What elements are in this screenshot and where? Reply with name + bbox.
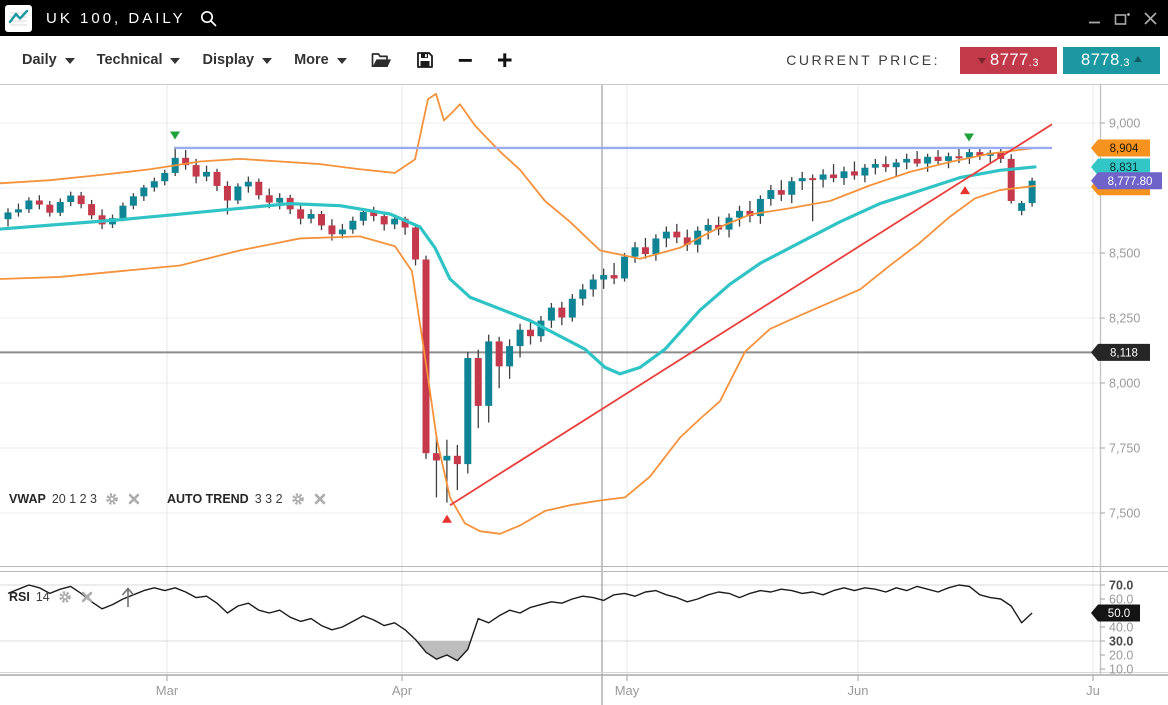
close-icon[interactable] <box>313 492 327 506</box>
rsi-indicator-label: RSI <box>9 590 30 604</box>
menu-display[interactable]: Display <box>202 52 272 68</box>
signal-markers <box>170 131 974 522</box>
chevron-down-icon <box>65 58 75 64</box>
chevron-down-icon <box>337 58 347 64</box>
title-bar: UK 100, DAILY <box>0 0 1168 36</box>
buy-price-dec: .3 <box>1120 57 1130 69</box>
close-icon[interactable] <box>127 492 141 506</box>
svg-text:9,000: 9,000 <box>1109 117 1140 131</box>
menu-technical-label: Technical <box>97 52 163 68</box>
menu-display-label: Display <box>202 52 254 68</box>
buy-price-int: 8778 <box>1081 51 1120 70</box>
time-axis: Mar Apr May Jun Ju <box>156 675 1100 698</box>
window-controls <box>1088 11 1158 26</box>
svg-text:8,250: 8,250 <box>1109 312 1140 326</box>
menu-more[interactable]: More <box>294 52 347 68</box>
gear-icon[interactable] <box>105 492 119 506</box>
sell-price-int: 8777 <box>990 51 1029 70</box>
current-price-label: CURRENT PRICE: <box>786 52 940 68</box>
svg-text:May: May <box>615 683 640 698</box>
current-price-area: CURRENT PRICE: 8777.3 8778.3 <box>786 47 1160 74</box>
sell-price-button[interactable]: 8777.3 <box>960 47 1057 74</box>
svg-text:20.0: 20.0 <box>1109 649 1133 663</box>
app-logo-icon <box>5 5 32 32</box>
svg-text:10.0: 10.0 <box>1109 663 1133 677</box>
svg-text:8,777.80: 8,777.80 <box>1108 176 1153 188</box>
svg-text:Apr: Apr <box>392 683 413 698</box>
indicator-legend: VWAP 20 1 2 3 AUTO TREND 3 3 2 <box>9 492 327 506</box>
zoom-in-icon[interactable]: + <box>497 53 513 67</box>
close-icon[interactable] <box>80 590 94 604</box>
up-arrow-icon[interactable] <box>120 586 136 608</box>
svg-text:8,904: 8,904 <box>1110 143 1139 155</box>
gear-icon[interactable] <box>291 492 305 506</box>
up-arrow-icon <box>1134 56 1142 62</box>
search-icon[interactable] <box>199 9 218 28</box>
chart-title: UK 100, DAILY <box>46 10 186 27</box>
buy-price-button[interactable]: 8778.3 <box>1063 47 1160 74</box>
rsi-panel <box>0 585 1100 675</box>
rsi-legend: RSI 14 <box>9 586 136 608</box>
close-icon[interactable] <box>1143 11 1158 26</box>
candles <box>5 147 1036 503</box>
rsi-indicator-params: 14 <box>36 590 50 604</box>
buy-signal-icon <box>442 515 452 523</box>
auto-trend-indicator-label: AUTO TREND <box>167 492 249 506</box>
chevron-down-icon <box>262 58 272 64</box>
auto-trend-indicator-params: 3 3 2 <box>255 492 283 506</box>
svg-text:50.0: 50.0 <box>1108 608 1130 620</box>
popout-icon[interactable] <box>1114 11 1131 26</box>
gear-icon[interactable] <box>58 590 72 604</box>
save-icon[interactable] <box>416 51 434 69</box>
buy-signal-icon <box>960 186 970 194</box>
svg-text:60.0: 60.0 <box>1109 593 1133 607</box>
svg-text:Mar: Mar <box>156 683 179 698</box>
open-folder-icon[interactable] <box>371 52 392 69</box>
chevron-down-icon <box>170 58 180 64</box>
vwap-indicator-params: 20 1 2 3 <box>52 492 97 506</box>
svg-text:8,831: 8,831 <box>1110 162 1139 174</box>
svg-text:7,500: 7,500 <box>1109 507 1140 521</box>
sell-signal-icon <box>170 131 180 139</box>
sell-price-dec: .3 <box>1029 57 1039 69</box>
lower-band-line <box>0 186 1035 534</box>
svg-text:8,000: 8,000 <box>1109 377 1140 391</box>
svg-text:8,500: 8,500 <box>1109 247 1140 261</box>
vwap-indicator-label: VWAP <box>9 492 46 506</box>
menu-technical[interactable]: Technical <box>97 52 181 68</box>
svg-text:Ju: Ju <box>1086 683 1100 698</box>
menu-more-label: More <box>294 52 329 68</box>
svg-text:40.0: 40.0 <box>1109 621 1133 635</box>
menu-timeframe[interactable]: Daily <box>22 52 75 68</box>
svg-text:30.0: 30.0 <box>1109 635 1133 649</box>
zoom-out-icon[interactable]: − <box>458 53 473 67</box>
chart-toolbar: Daily Technical Display More − + CURRENT… <box>0 36 1168 85</box>
svg-text:8,118: 8,118 <box>1110 347 1138 359</box>
svg-text:70.0: 70.0 <box>1109 579 1133 593</box>
menu-timeframe-label: Daily <box>22 52 57 68</box>
minimize-icon[interactable] <box>1088 11 1102 25</box>
price-chart[interactable]: 9,000 8,500 8,250 8,000 7,750 7,500 70.060.0 40… <box>0 0 1168 705</box>
svg-text:Jun: Jun <box>848 683 869 698</box>
svg-text:7,750: 7,750 <box>1109 442 1140 456</box>
down-arrow-icon <box>978 58 986 64</box>
rsi-axis: 70.060.0 40.030.020.010.0 <box>1100 579 1133 677</box>
sell-signal-icon <box>964 134 974 142</box>
